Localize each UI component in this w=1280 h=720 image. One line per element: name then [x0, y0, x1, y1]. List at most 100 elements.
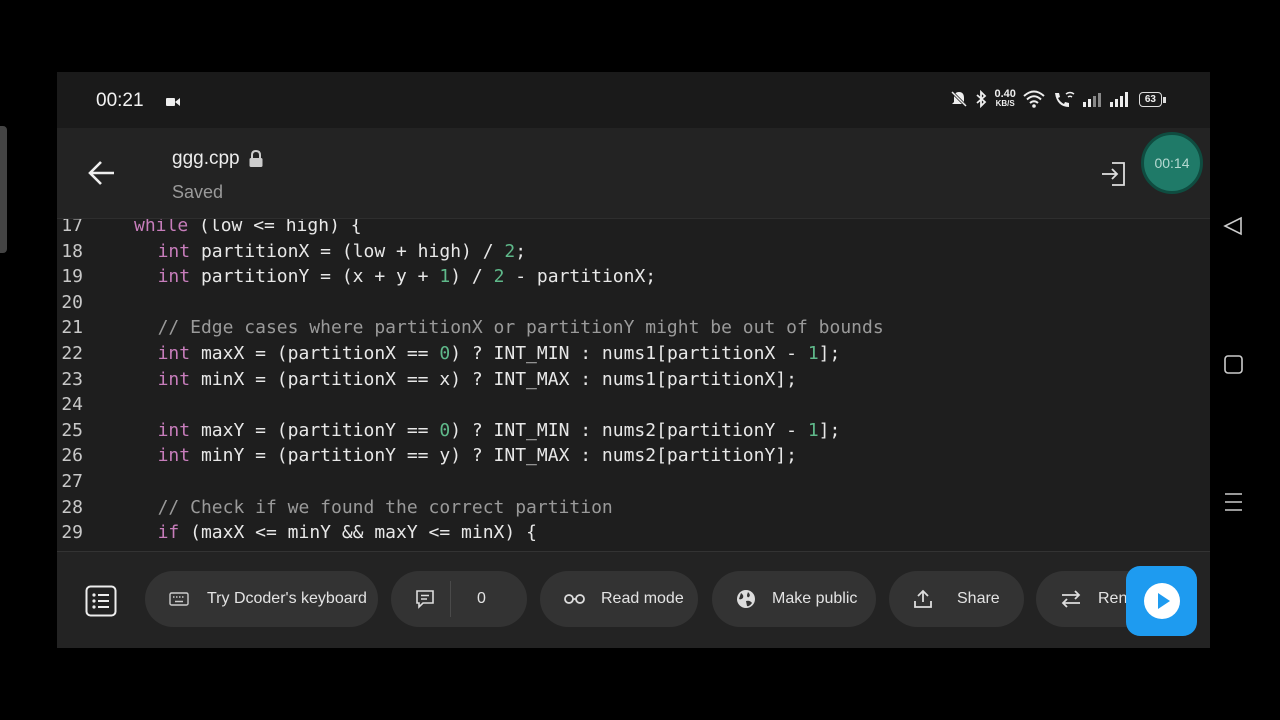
status-bar: 00:21 0.40 KB/S 63: [57, 72, 1210, 128]
code-line: 19 int partitionY = (x + y + 1) / 2 - par…: [57, 264, 1210, 290]
status-time: 00:21: [96, 90, 144, 111]
code-text: int partitionY = (x + y + 1) / 2 - parti…: [158, 264, 657, 290]
back-arrow-icon[interactable]: [87, 158, 117, 188]
code-token: 1: [439, 266, 451, 288]
code-token: ];: [818, 343, 841, 364]
code-line: 25 int maxY = (partitionY == 0) ? INT_MIN…: [57, 418, 1210, 444]
code-token: int: [157, 419, 191, 441]
line-number: 27: [61, 471, 83, 492]
keyboard-icon: [169, 592, 189, 606]
status-icons: 0.40 KB/S 63: [950, 89, 1167, 109]
code-token: maxX = (partitionX ==: [190, 343, 440, 364]
code-text: int maxX = (partitionX == 0) ? INT_MIN :…: [158, 341, 841, 367]
make-public-label: Make public: [772, 590, 858, 607]
share-label: Share: [957, 590, 1000, 607]
code-text: while (low <= high) {: [134, 219, 362, 239]
code-token: int: [157, 240, 191, 262]
glasses-icon: [564, 594, 585, 604]
code-line: 27: [57, 469, 1210, 495]
swap-arrows-icon: [1061, 590, 1081, 608]
code-token: int: [157, 343, 191, 364]
call-wifi-icon: [1054, 91, 1075, 107]
save-status: Saved: [172, 182, 224, 202]
run-button[interactable]: [1126, 566, 1197, 636]
code-line: 21 // Edge cases where partitionX or part…: [57, 315, 1210, 341]
code-text: int minY = (partitionY == y) ? INT_MAX :…: [158, 443, 797, 469]
code-text: // Check if we found the correct partiti…: [158, 495, 613, 521]
code-token: 0: [439, 419, 451, 441]
code-token: maxY = (partitionY ==: [190, 419, 440, 441]
nav-recents-button[interactable]: [1222, 491, 1244, 518]
wifi-icon: [1023, 90, 1045, 108]
code-token: partitionY = (x + y +: [190, 266, 440, 288]
code-token: (low <= high) {: [188, 219, 362, 236]
code-line: 28 // Check if we found the correct parti…: [57, 495, 1210, 521]
menu-lines-icon: [1225, 493, 1242, 511]
square-home-icon: [1224, 355, 1243, 374]
code-token: ];: [818, 419, 841, 441]
code-token: ;: [515, 240, 527, 262]
file-name: ggg.cpp: [172, 148, 240, 169]
code-token: minY = (partitionY == y) ? INT_MAX : num…: [190, 445, 797, 467]
line-number: 28: [61, 496, 83, 518]
code-token: - partitionX;: [504, 266, 657, 288]
code-token: if: [157, 522, 180, 544]
line-number: 19: [61, 266, 83, 288]
recording-timer[interactable]: 00:14: [1141, 132, 1203, 194]
code-token: (maxX <= minY && maxY <= minX) {: [179, 522, 537, 544]
line-number: 26: [61, 445, 83, 467]
line-number: 22: [61, 343, 83, 364]
code-text: int maxY = (partitionY == 0) ? INT_MIN :…: [158, 418, 841, 444]
battery-indicator: 63: [1138, 91, 1167, 107]
bluetooth-icon: [976, 90, 987, 108]
share-upload-icon: [914, 589, 932, 608]
code-token: ) /: [450, 266, 494, 288]
code-text: int partitionX = (low + high) / 2;: [158, 239, 526, 265]
code-text: if (maxX <= minY && maxY <= minX) {: [158, 520, 537, 546]
comment-icon: [416, 590, 434, 609]
comments-button[interactable]: 0: [391, 571, 527, 627]
comments-divider: [450, 581, 451, 617]
code-line: 22 int maxX = (partitionX == 0) ? INT_MIN…: [57, 341, 1210, 367]
nav-back-button[interactable]: [1222, 216, 1244, 241]
editor-header: ggg.cpp Saved: [57, 128, 1210, 219]
read-mode-label: Read mode: [601, 590, 684, 607]
file-title: ggg.cpp: [172, 148, 264, 170]
edge-handle: [0, 126, 7, 253]
code-line: 17 while (low <= high) {: [57, 219, 1210, 239]
line-number: 24: [61, 394, 83, 416]
line-number: 18: [61, 240, 83, 262]
code-line: 20: [57, 290, 1210, 316]
code-token: ) ? INT_MIN : nums1[partitionX -: [450, 343, 808, 364]
code-token: 0: [439, 343, 451, 364]
code-token: partitionX = (low + high) /: [190, 240, 505, 262]
line-number: 20: [61, 291, 83, 313]
nav-home-button[interactable]: [1222, 353, 1244, 380]
line-number: 17: [61, 219, 83, 236]
code-token: int: [157, 266, 191, 288]
line-number: 23: [61, 368, 83, 390]
code-token: // Check if we found the correct partiti…: [157, 496, 613, 518]
code-line: 29 if (maxX <= minY && maxY <= minX) {: [57, 520, 1210, 546]
code-line: 18 int partitionX = (low + high) / 2;: [57, 239, 1210, 265]
share-button[interactable]: Share: [889, 571, 1024, 627]
code-token: 1: [807, 419, 819, 441]
outline-list-icon[interactable]: [85, 585, 117, 617]
signal-icon-1: [1082, 93, 1101, 107]
code-line: 24: [57, 392, 1210, 418]
code-editor[interactable]: 17 while (low <= high) { 18 int partitionX …: [57, 219, 1210, 549]
make-public-button[interactable]: Make public: [712, 571, 876, 627]
play-icon: [1143, 583, 1180, 619]
globe-icon: [737, 590, 755, 608]
try-keyboard-button[interactable]: Try Dcoder's keyboard: [145, 571, 378, 627]
read-mode-button[interactable]: Read mode: [540, 571, 698, 627]
signal-icon-2: [1109, 92, 1128, 107]
code-token: ) ? INT_MIN : nums2[partitionY -: [450, 419, 808, 441]
code-token: minX = (partitionX == x) ? INT_MAX : num…: [190, 368, 797, 390]
exit-icon[interactable]: [1100, 161, 1126, 187]
try-keyboard-label: Try Dcoder's keyboard: [207, 590, 367, 607]
code-text: int minX = (partitionX == x) ? INT_MAX :…: [158, 367, 797, 393]
bottom-toolbar: Try Dcoder's keyboard 0 Read mode Make p…: [57, 551, 1210, 648]
line-number: 21: [61, 317, 83, 339]
app-window: 00:21 0.40 KB/S 63 ggg.cpp Saved 00:14 1…: [57, 72, 1210, 648]
